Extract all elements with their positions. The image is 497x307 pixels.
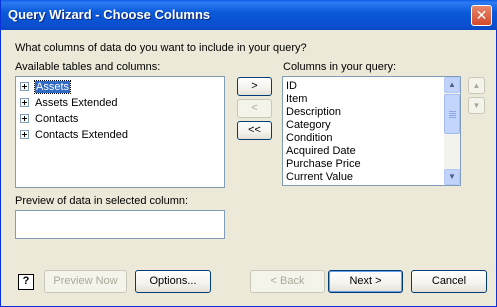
tree-item-label: Contacts Extended [35, 129, 128, 141]
tree-item-label: Contacts [35, 113, 79, 125]
help-button[interactable]: ? [18, 274, 34, 290]
scroll-down-icon: ▼ [448, 172, 456, 181]
close-button[interactable]: ✕ [471, 5, 492, 26]
move-up-icon: ▲ [472, 81, 481, 90]
grip-line [449, 113, 456, 114]
grip-line [449, 111, 456, 112]
title-bar[interactable]: Query Wizard - Choose Columns ✕ [1, 0, 497, 30]
next-button[interactable]: Next > [328, 270, 403, 293]
window-title: Query Wizard - Choose Columns [8, 7, 211, 22]
query-wizard-window: Query Wizard - Choose Columns ✕ What col… [0, 0, 497, 307]
preview-label: Preview of data in selected column: [15, 195, 189, 207]
expand-icon[interactable] [20, 113, 29, 123]
available-tables-label: Available tables and columns: [15, 61, 161, 73]
scroll-up-icon: ▲ [448, 80, 456, 89]
close-icon: ✕ [475, 7, 488, 23]
tree-item-label: Assets Extended [35, 97, 118, 109]
grip-line [449, 117, 456, 118]
scroll-up-button[interactable]: ▲ [444, 77, 460, 93]
options-button[interactable]: Options... [135, 270, 211, 293]
help-icon: ? [22, 275, 30, 287]
move-down-icon: ▼ [472, 101, 481, 110]
tree-item-assets[interactable]: Assets [20, 80, 72, 94]
remove-column-button[interactable]: < [237, 99, 272, 118]
list-item[interactable]: Condition [286, 132, 332, 145]
tree-item-contacts[interactable]: Contacts [20, 112, 78, 126]
add-column-button[interactable]: > [237, 77, 272, 96]
scroll-thumb[interactable] [444, 94, 460, 134]
expand-icon[interactable] [20, 129, 29, 139]
grip-line [449, 115, 456, 116]
list-item[interactable]: Acquired Date [286, 145, 356, 158]
query-columns-label: Columns in your query: [283, 61, 397, 73]
preview-field[interactable] [15, 210, 225, 239]
cancel-button[interactable]: Cancel [411, 270, 487, 293]
back-button[interactable]: < Back [250, 270, 325, 293]
list-item[interactable]: Category [286, 119, 331, 132]
tree-item-label: Assets [33, 80, 72, 94]
query-columns-list[interactable]: ID Item Description Category Condition A… [282, 76, 461, 186]
list-item[interactable]: ID [286, 80, 297, 93]
list-item[interactable]: Current Value [286, 171, 353, 184]
tree-item-contacts-extended[interactable]: Contacts Extended [20, 128, 128, 142]
query-columns-scrollbar[interactable]: ▲ ▼ [444, 77, 460, 185]
list-item[interactable]: Purchase Price [286, 158, 361, 171]
remove-all-columns-button[interactable]: << [237, 121, 272, 140]
available-tables-tree[interactable]: Assets Assets Extended Contacts Contacts… [15, 76, 225, 188]
list-item[interactable]: Item [286, 93, 307, 106]
expand-icon[interactable] [20, 81, 29, 91]
list-item[interactable]: Description [286, 106, 341, 119]
move-up-button[interactable]: ▲ [468, 77, 485, 94]
prompt-text: What columns of data do you want to incl… [15, 42, 307, 54]
scroll-down-button[interactable]: ▼ [444, 169, 460, 185]
tree-item-assets-extended[interactable]: Assets Extended [20, 96, 118, 110]
move-down-button[interactable]: ▼ [468, 97, 485, 114]
preview-now-button[interactable]: Preview Now [44, 270, 127, 293]
expand-icon[interactable] [20, 97, 29, 107]
